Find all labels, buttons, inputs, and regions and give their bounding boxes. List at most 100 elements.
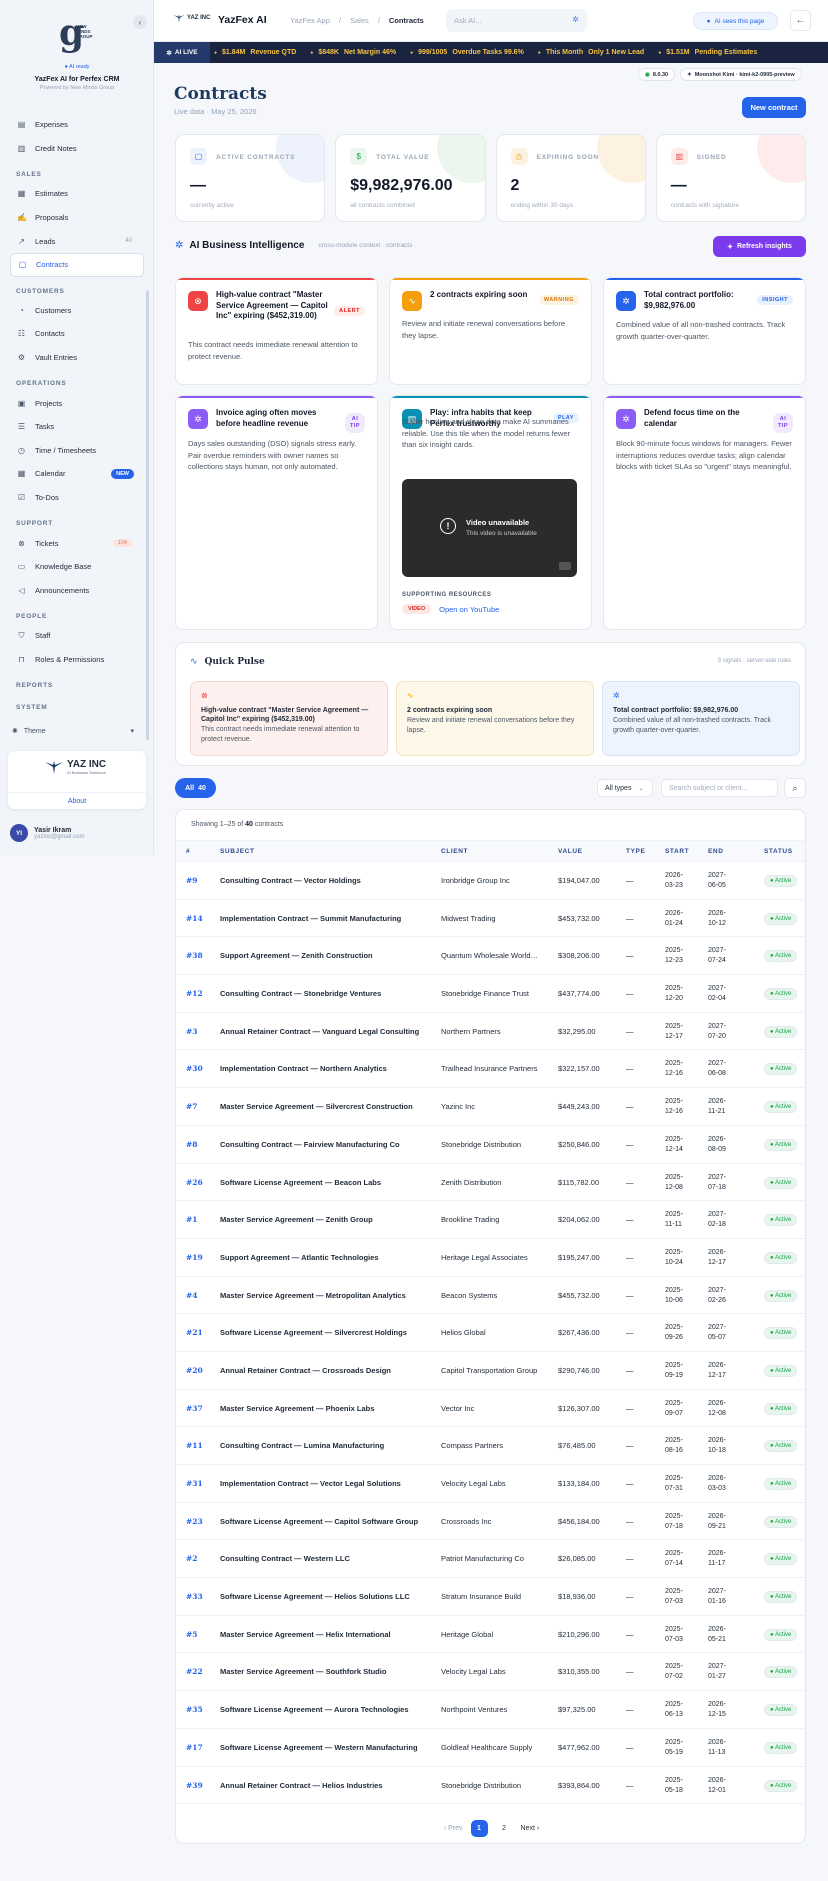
- ask-ai-input[interactable]: Ask AI... ✲: [446, 9, 587, 32]
- contract-subject[interactable]: Software License Agreement — Western Man…: [220, 1743, 424, 1752]
- contract-subject[interactable]: Software License Agreement — Capitol Sof…: [220, 1517, 424, 1526]
- sidebar-item-proposals[interactable]: ✍ Proposals: [10, 206, 144, 230]
- contract-id-link[interactable]: #38: [186, 951, 203, 960]
- table-row[interactable]: #12 Consulting Contract — Stonebridge Ven…: [176, 975, 805, 1013]
- search-button[interactable]: ⌕: [784, 778, 806, 798]
- contract-id-link[interactable]: #22: [186, 1667, 203, 1676]
- sidebar-item-knowledge-base[interactable]: ▭ Knowledge Base: [10, 555, 144, 579]
- sidebar-item-projects[interactable]: ▣ Projects: [10, 391, 144, 415]
- sidebar-item-roles-permissions[interactable]: ⊓ Roles & Permissions: [10, 648, 144, 672]
- contract-subject[interactable]: Implementation Contract — Summit Manufac…: [220, 914, 424, 923]
- column-header-status[interactable]: STATUS: [764, 848, 793, 855]
- contract-id-link[interactable]: #31: [186, 1479, 203, 1488]
- contract-id-link[interactable]: #14: [186, 914, 203, 923]
- contract-subject[interactable]: Implementation Contract — Northern Analy…: [220, 1064, 424, 1073]
- contract-id-link[interactable]: #37: [186, 1404, 203, 1413]
- table-row[interactable]: #33 Software License Agreement — Helios S…: [176, 1578, 805, 1616]
- contract-subject[interactable]: Consulting Contract — Fairview Manufactu…: [220, 1140, 424, 1149]
- table-row[interactable]: #23 Software License Agreement — Capitol …: [176, 1503, 805, 1541]
- table-row[interactable]: #1 Master Service Agreement — Zenith Grou…: [176, 1201, 805, 1239]
- video-embed[interactable]: ! Video unavailable This video is unavaila…: [402, 479, 577, 577]
- contract-subject[interactable]: Annual Retainer Contract — Crossroads De…: [220, 1366, 424, 1375]
- contract-id-link[interactable]: #19: [186, 1253, 203, 1262]
- back-button[interactable]: ←: [790, 10, 811, 31]
- topbar-logo[interactable]: YAZ INC: [173, 13, 210, 23]
- contract-id-link[interactable]: #11: [186, 1441, 203, 1450]
- sidebar-item-expenses[interactable]: ▤ Expenses: [10, 113, 144, 137]
- contract-subject[interactable]: Consulting Contract — Western LLC: [220, 1554, 424, 1563]
- contract-subject[interactable]: Software License Agreement — Aurora Tech…: [220, 1705, 424, 1714]
- filter-all[interactable]: All 40: [175, 778, 216, 798]
- contract-subject[interactable]: Consulting Contract — Vector Holdings: [220, 876, 424, 885]
- table-row[interactable]: #11 Consulting Contract — Lumina Manufact…: [176, 1427, 805, 1465]
- contract-id-link[interactable]: #17: [186, 1743, 203, 1752]
- sidebar-item-calendar[interactable]: ▦ Calendar NEW: [10, 462, 144, 486]
- contract-id-link[interactable]: #5: [186, 1630, 198, 1639]
- table-row[interactable]: #20 Annual Retainer Contract — Crossroads…: [176, 1352, 805, 1390]
- contract-subject[interactable]: Implementation Contract — Vector Legal S…: [220, 1479, 424, 1488]
- table-row[interactable]: #35 Software License Agreement — Aurora T…: [176, 1691, 805, 1729]
- table-row[interactable]: #37 Master Service Agreement — Phoenix La…: [176, 1390, 805, 1428]
- about-link[interactable]: About: [8, 792, 146, 809]
- sidebar-item-customers[interactable]: ◔ Customers: [10, 299, 144, 323]
- table-row[interactable]: #8 Consulting Contract — Fairview Manufac…: [176, 1126, 805, 1164]
- next-page-button[interactable]: Next ›: [521, 1825, 540, 1832]
- sidebar-item-contacts[interactable]: ☷ Contacts: [10, 322, 144, 346]
- contract-subject[interactable]: Master Service Agreement — Metropolitan …: [220, 1291, 424, 1300]
- contract-subject[interactable]: Software License Agreement — Helios Solu…: [220, 1592, 424, 1601]
- table-row[interactable]: #2 Consulting Contract — Western LLC Patri…: [176, 1540, 805, 1579]
- theme-toggle[interactable]: ✺ Theme ▾: [12, 727, 134, 736]
- contract-id-link[interactable]: #23: [186, 1517, 203, 1526]
- contract-subject[interactable]: Master Service Agreement — Helix Interna…: [220, 1630, 424, 1639]
- table-row[interactable]: #17 Software License Agreement — Western …: [176, 1729, 805, 1767]
- contract-subject[interactable]: Master Service Agreement — Southfork Stu…: [220, 1667, 424, 1676]
- table-row[interactable]: #5 Master Service Agreement — Helix Inter…: [176, 1616, 805, 1654]
- sidebar-item-time-timesheets[interactable]: ◷ Time / Timesheets: [10, 439, 144, 463]
- table-row[interactable]: #14 Implementation Contract — Summit Manu…: [176, 900, 805, 938]
- sidebar-item-credit-notes[interactable]: ▥ Credit Notes: [10, 137, 144, 161]
- table-row[interactable]: #7 Master Service Agreement — Silvercrest…: [176, 1088, 805, 1126]
- contract-id-link[interactable]: #30: [186, 1064, 203, 1073]
- contract-subject[interactable]: Software License Agreement — Silvercrest…: [220, 1328, 424, 1337]
- contract-id-link[interactable]: #33: [186, 1592, 203, 1601]
- contract-subject[interactable]: Master Service Agreement — Zenith Group: [220, 1215, 424, 1224]
- table-row[interactable]: #21 Software License Agreement — Silvercr…: [176, 1314, 805, 1352]
- sidebar-item-staff[interactable]: ⛉ Staff: [10, 624, 144, 648]
- contract-subject[interactable]: Annual Retainer Contract — Helios Indust…: [220, 1781, 424, 1790]
- breadcrumb-sales[interactable]: Sales: [350, 16, 369, 25]
- contract-id-link[interactable]: #7: [186, 1102, 198, 1111]
- sidebar-item-to-dos[interactable]: ☑ To-Dos: [10, 486, 144, 510]
- table-row[interactable]: #38 Support Agreement — Zenith Constructi…: [176, 937, 805, 976]
- column-header-end[interactable]: END: [708, 848, 724, 855]
- contract-id-link[interactable]: #35: [186, 1705, 203, 1714]
- table-row[interactable]: #3 Annual Retainer Contract — Vanguard Le…: [176, 1013, 805, 1051]
- user-profile[interactable]: YI Yasir Ikram yazinc@gmail.com: [10, 824, 84, 842]
- contract-id-link[interactable]: #3: [186, 1027, 198, 1036]
- contract-id-link[interactable]: #9: [186, 876, 198, 885]
- column-header-value[interactable]: VALUE: [558, 848, 583, 855]
- page-button[interactable]: 1: [470, 1820, 488, 1837]
- contract-id-link[interactable]: #8: [186, 1140, 198, 1149]
- new-contract-button[interactable]: New contract: [742, 97, 806, 118]
- contract-id-link[interactable]: #26: [186, 1178, 203, 1187]
- contract-subject[interactable]: Consulting Contract — Stonebridge Ventur…: [220, 989, 424, 998]
- ai-sees-page-toggle[interactable]: ● AI sees this page: [693, 12, 778, 30]
- contract-subject[interactable]: Master Service Agreement — Phoenix Labs: [220, 1404, 424, 1413]
- contract-search-input[interactable]: Search subject or client...: [661, 779, 778, 797]
- table-row[interactable]: #30 Implementation Contract — Northern An…: [176, 1050, 805, 1089]
- table-row[interactable]: #22 Master Service Agreement — Southfork …: [176, 1653, 805, 1692]
- contract-id-link[interactable]: #12: [186, 989, 203, 998]
- open-youtube-link[interactable]: Open on YouTube: [439, 605, 499, 614]
- sidebar-item-estimates[interactable]: ▦ Estimates: [10, 182, 144, 206]
- breadcrumb-app[interactable]: YazFex App: [290, 16, 330, 25]
- contract-subject[interactable]: Software License Agreement — Beacon Labs: [220, 1178, 424, 1187]
- column-header-id[interactable]: #: [186, 848, 190, 855]
- column-header-start[interactable]: START: [665, 848, 689, 855]
- contract-subject[interactable]: Consulting Contract — Lumina Manufacturi…: [220, 1441, 424, 1450]
- sidebar-item-contracts[interactable]: ▢ Contracts: [10, 252, 144, 277]
- contract-subject[interactable]: Support Agreement — Zenith Construction: [220, 951, 424, 960]
- contract-id-link[interactable]: #21: [186, 1328, 203, 1337]
- contract-id-link[interactable]: #4: [186, 1291, 198, 1300]
- prev-page-button[interactable]: ‹ Prev: [444, 1825, 463, 1832]
- table-row[interactable]: #9 Consulting Contract — Vector Holdings I…: [176, 862, 805, 900]
